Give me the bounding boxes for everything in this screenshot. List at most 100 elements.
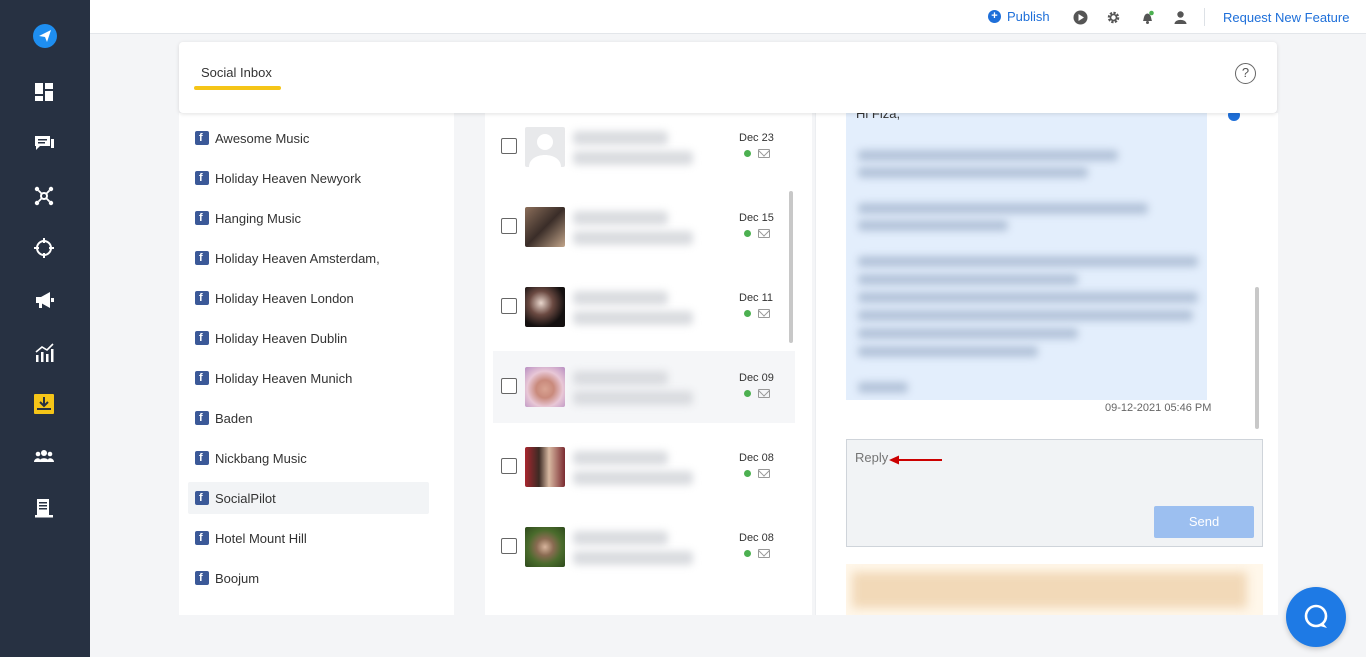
list-item[interactable]: Dec 11 (493, 271, 795, 343)
message-checkbox[interactable] (501, 458, 517, 474)
avatar (525, 287, 565, 327)
message-date: Dec 09 (739, 372, 774, 384)
blurred-sender (573, 291, 668, 305)
account-item[interactable]: Holiday Heaven Munich (188, 362, 429, 394)
blurred-sender (573, 211, 668, 225)
blurred-text (858, 346, 1038, 357)
account-item[interactable]: Hanging Music (188, 202, 429, 234)
account-item[interactable]: Holiday Heaven Newyork (188, 162, 429, 194)
publish-label: Publish (1007, 9, 1050, 24)
message-bubble: Hi Fiza, (846, 113, 1207, 400)
account-label: Baden (215, 410, 253, 426)
message-greeting: Hi Fiza, (856, 113, 901, 121)
status-dot (744, 550, 751, 557)
avatar (525, 207, 565, 247)
facebook-icon (195, 251, 209, 266)
account-item[interactable]: Nickbang Music (188, 442, 429, 474)
list-item[interactable]: Dec 15 (493, 191, 795, 263)
account-item[interactable]: Awesome Music (188, 122, 429, 154)
megaphone-icon[interactable] (33, 289, 55, 311)
list-item-selected[interactable]: Dec 09 (493, 351, 795, 423)
account-item[interactable]: Holiday Heaven Amsterdam, (188, 242, 429, 274)
account-item[interactable]: Holiday Heaven London (188, 282, 429, 314)
blurred-text (858, 310, 1193, 321)
envelope-icon (758, 469, 770, 478)
blurred-preview (573, 151, 693, 165)
envelope-icon (758, 229, 770, 238)
account-label: Boojum (215, 570, 260, 586)
message-checkbox[interactable] (501, 378, 517, 394)
envelope-icon (758, 549, 770, 558)
message-checkbox[interactable] (501, 538, 517, 554)
accounts-panel: Awesome Music Holiday Heaven Newyork Han… (179, 113, 454, 615)
blurred-preview (573, 391, 693, 405)
publish-button[interactable]: + Publish (988, 9, 1050, 24)
status-dot (744, 390, 751, 397)
blurred-text (858, 292, 1198, 303)
message-checkbox[interactable] (501, 218, 517, 234)
conversation-scrollbar[interactable] (1255, 287, 1259, 429)
dashboard-icon[interactable] (33, 81, 55, 103)
request-feature-link[interactable]: Request New Feature (1223, 10, 1349, 25)
blurred-text (858, 382, 908, 393)
facebook-icon (195, 531, 209, 546)
list-item[interactable]: Dec 08 (493, 511, 795, 583)
inbox-icon[interactable] (33, 393, 55, 415)
avatar (525, 127, 565, 167)
blurred-text (858, 167, 1088, 178)
bell-icon[interactable] (1140, 10, 1155, 25)
facebook-icon (195, 171, 209, 186)
active-tab-indicator (194, 86, 281, 90)
message-checkbox[interactable] (501, 298, 517, 314)
logo-send-icon[interactable] (32, 23, 58, 49)
facebook-icon (195, 451, 209, 466)
play-icon[interactable] (1073, 10, 1088, 25)
blurred-preview (573, 471, 693, 485)
avatar (525, 367, 565, 407)
chat-support-button[interactable] (1286, 587, 1346, 647)
account-label: Awesome Music (215, 130, 310, 146)
help-icon[interactable]: ? (1235, 63, 1256, 84)
annotation-arrow-icon (889, 455, 942, 465)
inbox-header: Social Inbox ? (179, 42, 1277, 113)
blurred-text (858, 203, 1148, 214)
facebook-icon (195, 291, 209, 306)
send-button[interactable]: Send (1154, 506, 1254, 538)
blurred-text (858, 220, 1008, 231)
account-item[interactable]: Baden (188, 402, 429, 434)
facebook-icon (195, 211, 209, 226)
account-label: Nickbang Music (215, 450, 307, 466)
target-icon[interactable] (33, 237, 55, 259)
avatar (525, 447, 565, 487)
facebook-icon (195, 131, 209, 146)
gear-icon[interactable] (1106, 10, 1121, 25)
team-icon[interactable] (33, 445, 55, 467)
account-item-active[interactable]: SocialPilot (188, 482, 429, 514)
reports-icon[interactable] (33, 497, 55, 519)
divider (1204, 8, 1205, 26)
envelope-icon (758, 309, 770, 318)
analytics-icon[interactable] (33, 342, 55, 364)
network-icon[interactable] (33, 185, 55, 207)
messages-icon[interactable] (33, 133, 55, 155)
blurred-preview (573, 311, 693, 325)
blurred-preview (573, 231, 693, 245)
message-timestamp: 09-12-2021 05:46 PM (1105, 402, 1212, 414)
user-icon[interactable] (1173, 10, 1188, 25)
blurred-notice-text (852, 572, 1247, 608)
tab-social-inbox[interactable]: Social Inbox (201, 65, 272, 80)
left-sidebar (0, 0, 90, 657)
facebook-icon (195, 571, 209, 586)
account-label: Holiday Heaven London (215, 290, 354, 306)
status-dot (744, 150, 751, 157)
message-checkbox[interactable] (501, 138, 517, 154)
list-item[interactable]: Dec 08 (493, 431, 795, 503)
facebook-icon (195, 371, 209, 386)
account-item[interactable]: Holiday Heaven Dublin (188, 322, 429, 354)
account-item[interactable]: Boojum (188, 562, 429, 594)
list-scrollbar[interactable] (789, 191, 793, 343)
list-item[interactable]: Dec 23 (493, 111, 795, 183)
account-label: Holiday Heaven Newyork (215, 170, 361, 186)
notice-banner (846, 564, 1263, 615)
account-item[interactable]: Hotel Mount Hill (188, 522, 429, 554)
